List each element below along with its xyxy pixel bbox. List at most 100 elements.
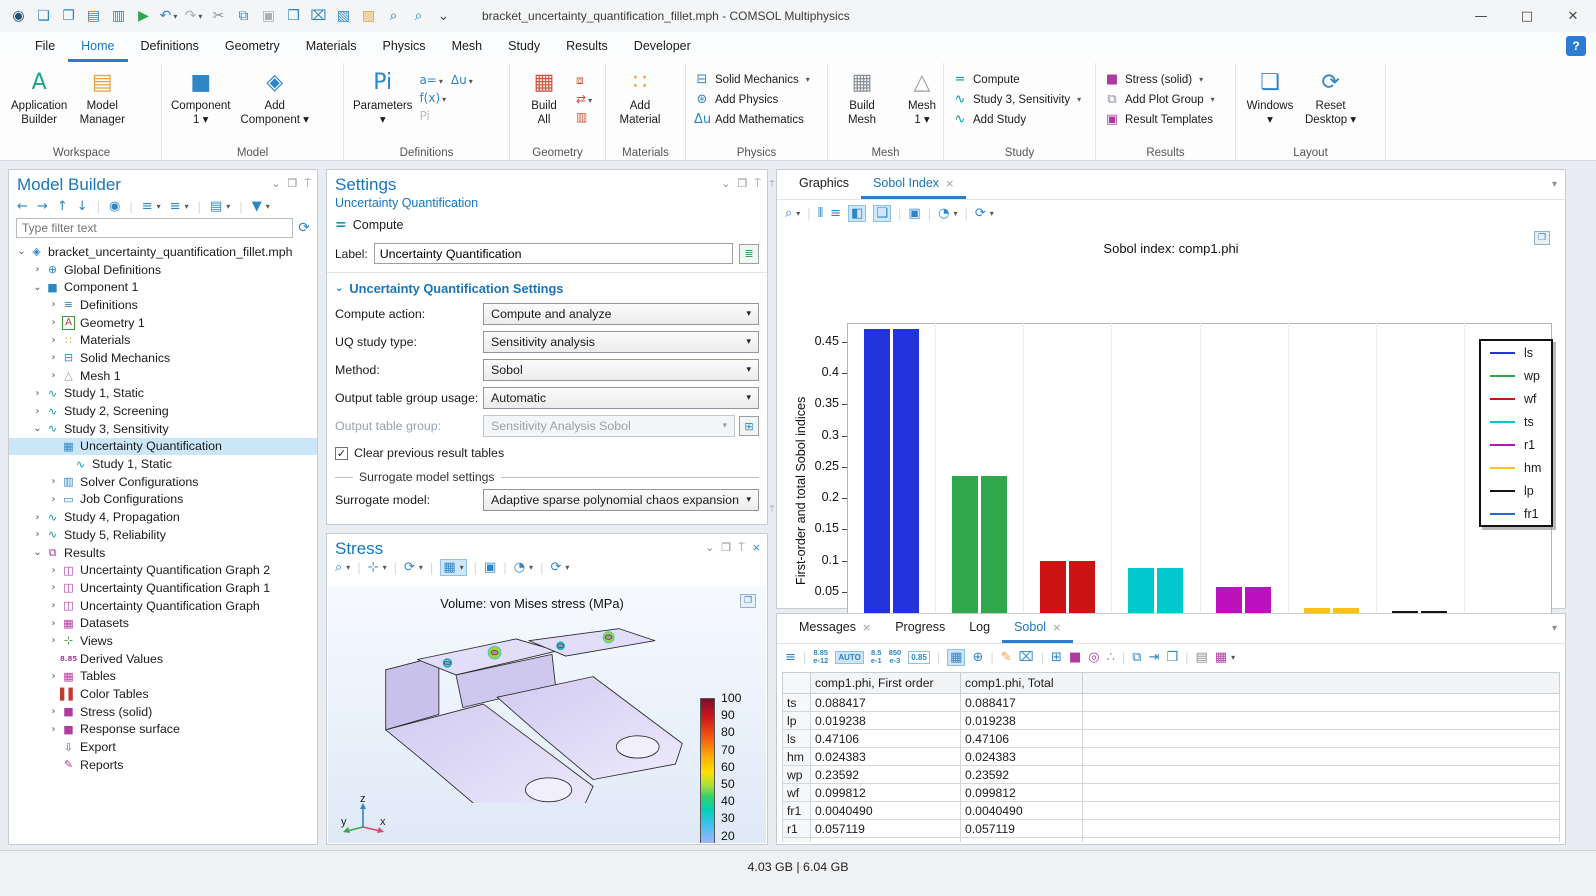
add-material-button[interactable]: ∷AddMaterial (610, 65, 670, 145)
find-icon[interactable]: ⌕ (381, 3, 406, 29)
expand-arrow-icon[interactable]: › (47, 724, 60, 735)
menu-tab-file[interactable]: File (22, 32, 68, 62)
expand-arrow-icon[interactable]: › (47, 299, 60, 310)
tree-item[interactable]: ›AGeometry 1 (9, 314, 317, 332)
add-study-button[interactable]: ∿Add Study (952, 112, 1081, 127)
redo-icon[interactable]: ↷▾ (181, 3, 206, 29)
lock-icon[interactable]: ▣ (908, 206, 920, 221)
menu-tab-results[interactable]: Results (553, 32, 621, 62)
add-table-icon[interactable]: ⊞ (1051, 650, 1062, 665)
label-input[interactable] (374, 243, 733, 264)
output-table-group-select[interactable]: Sensitivity Analysis Sobol▾ (483, 415, 735, 437)
new-table-icon[interactable]: ⊞ (739, 416, 759, 436)
tree-item[interactable]: 8.85Derived Values (9, 650, 317, 668)
zoom-icon[interactable]: ⌕▾ (335, 560, 350, 575)
expand-arrow-icon[interactable]: › (31, 264, 44, 275)
close-icon[interactable]: × (1052, 621, 1061, 634)
compute-action-button[interactable]: = Compute (327, 210, 767, 239)
chevron-down-icon[interactable]: ⌄ (705, 541, 714, 555)
expand-arrow-icon[interactable]: › (47, 476, 60, 487)
pin-icon[interactable]: ⍑ (768, 505, 776, 515)
precision-engineering-icon[interactable]: 8.5e-1 (871, 649, 882, 666)
collapse-icon[interactable]: ≡▾ (170, 199, 189, 214)
delete-icon[interactable]: ⌧ (306, 3, 331, 29)
collapse-arrow-icon[interactable]: ⌄ (31, 282, 44, 293)
run-icon[interactable]: ▶ (131, 3, 156, 29)
solid-mechanics-button[interactable]: ⊟Solid Mechanics▾ (694, 72, 810, 87)
table-rows-icon[interactable]: ▤ (1196, 650, 1208, 665)
update-plot-icon[interactable]: ⟳▾ (550, 560, 569, 575)
tree-item[interactable]: ›∿Study 4, Propagation (9, 508, 317, 526)
close-icon[interactable]: × (752, 541, 761, 555)
tree-item[interactable]: ⌄∿Study 3, Sensitivity (9, 420, 317, 438)
table-row[interactable]: r10.0571190.057119 (783, 820, 1560, 838)
full-precision-icon[interactable]: ▦ (947, 649, 965, 666)
filter-input[interactable] (16, 218, 293, 238)
mesh-1-button[interactable]: △Mesh1 ▾ (892, 65, 952, 145)
chevron-down-icon[interactable]: ⌄ (721, 177, 730, 191)
build-all-button[interactable]: ▦BuildAll (514, 65, 574, 145)
copy-image-icon[interactable]: ❒ (740, 594, 756, 608)
tree-item[interactable]: ›◫Uncertainty Quantification Graph 1 (9, 579, 317, 597)
table-row[interactable]: hm0.0243830.024383 (783, 748, 1560, 766)
menu-tab-developer[interactable]: Developer (621, 32, 704, 62)
model-tree-nodes-icon[interactable]: ▤▾ (210, 199, 230, 214)
tree-item[interactable]: ✎Reports (9, 756, 317, 774)
parameters-button[interactable]: PiParameters▾ (348, 65, 417, 145)
pin-icon[interactable]: ⍑ (738, 541, 745, 555)
x-grid-icon[interactable]: ⫴ (818, 206, 823, 221)
filter-icon[interactable]: ▼▾ (252, 199, 270, 214)
tree-item[interactable]: ⌄■Component 1 (9, 278, 317, 296)
messages-tab-messages[interactable]: Messages× (787, 614, 883, 643)
result-templates-button[interactable]: ▣Result Templates (1104, 112, 1215, 127)
table-row[interactable]: wf0.0998120.099812 (783, 784, 1560, 802)
annotations-icon[interactable]: ❑ (873, 205, 891, 222)
tree-item[interactable]: ⌄⧉Results (9, 544, 317, 562)
stress-solid-button[interactable]: ■Stress (solid)▾ (1104, 72, 1215, 87)
chevron-down-icon[interactable]: ▾ (1552, 179, 1557, 190)
model-manager-button[interactable]: ▤ModelManager (72, 65, 132, 145)
tree-item[interactable]: ›△Mesh 1 (9, 367, 317, 385)
tree-item[interactable]: ⇩Export (9, 738, 317, 756)
y-grid-icon[interactable]: ≡ (830, 206, 841, 221)
uq-plot-icon[interactable]: ◎ (1088, 650, 1099, 665)
expand-arrow-icon[interactable]: › (47, 600, 60, 611)
save-as-icon[interactable]: ▥ (106, 3, 131, 29)
chevron-down-icon[interactable]: ⌄ (271, 177, 280, 191)
tree-item[interactable]: ›■Stress (solid) (9, 703, 317, 721)
messages-tab-progress[interactable]: Progress (883, 614, 957, 643)
uq-settings-section-header[interactable]: ⌄ Uncertainty Quantification Settings (327, 273, 767, 300)
checkbox-checked-icon[interactable]: ✓ (335, 447, 348, 460)
back-icon[interactable]: ← (17, 199, 28, 214)
insert-sequence-button[interactable]: ⧈ (576, 73, 584, 88)
find-in-model-icon[interactable]: ⌕ (406, 3, 431, 29)
add-component-button[interactable]: ◈AddComponent ▾ (235, 65, 313, 145)
menu-tab-home[interactable]: Home (68, 32, 127, 62)
duplicate-icon[interactable]: ❒ (281, 3, 306, 29)
close-button[interactable]: ✕ (1550, 0, 1596, 32)
collapse-arrow-icon[interactable]: ⌄ (31, 423, 44, 434)
pin-icon[interactable]: ⍑ (768, 180, 776, 190)
move-up-icon[interactable]: ↑ (57, 199, 68, 214)
compute-action-select[interactable]: Compute and analyze▾ (483, 303, 759, 325)
expand-arrow-icon[interactable]: › (47, 618, 60, 629)
expand-arrow-icon[interactable]: › (47, 671, 60, 682)
uq-study-type-select[interactable]: Sensitivity analysis▾ (483, 331, 759, 353)
new-file-icon[interactable]: ❏ (31, 3, 56, 29)
tree-item[interactable]: ›▥Solver Configurations (9, 473, 317, 491)
tree-item[interactable]: ›■Response surface (9, 721, 317, 739)
maximize-button[interactable]: □ (1504, 0, 1550, 32)
precision-scientific-icon[interactable]: 8.85e-12 (813, 649, 828, 666)
menu-tab-geometry[interactable]: Geometry (212, 32, 293, 62)
partition-button[interactable]: ▥ (576, 110, 587, 124)
tree-item[interactable]: ›◫Uncertainty Quantification Graph (9, 597, 317, 615)
collapse-arrow-icon[interactable]: ⌄ (31, 547, 44, 558)
collapse-arrow-icon[interactable]: ⌄ (15, 246, 28, 257)
add-mathematics-button[interactable]: ΔuAdd Mathematics (694, 112, 810, 127)
expand-arrow-icon[interactable]: › (47, 706, 60, 717)
reset-desktop-button[interactable]: ⟳ResetDesktop ▾ (1300, 65, 1361, 145)
locale-icon[interactable]: ⊕ (972, 650, 983, 665)
graphics-tab-graphics[interactable]: Graphics (787, 170, 861, 199)
cut-icon[interactable]: ✂ (206, 3, 231, 29)
tree-item[interactable]: ⌄◈bracket_uncertainty_quantification_fil… (9, 243, 317, 261)
